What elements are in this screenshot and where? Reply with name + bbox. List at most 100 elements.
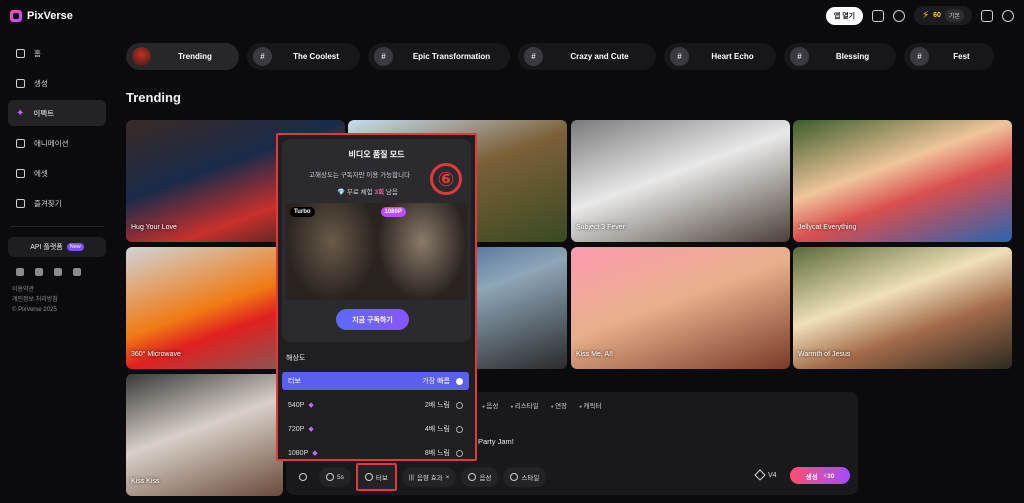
option-speed: 8배 느림: [424, 450, 450, 457]
tab-extend[interactable]: 연장: [551, 400, 567, 410]
tab-epic-transformation[interactable]: # Epic Transformation: [368, 43, 510, 70]
copyright: © PixVerse 2025: [12, 307, 57, 313]
step-badge: ⑥: [430, 163, 462, 195]
api-platform-button[interactable]: API 플랫폼 New: [8, 237, 106, 257]
popup-title: 비디오 품질 모드: [348, 150, 405, 159]
effect-card[interactable]: Warmth of Jesus: [793, 247, 1012, 369]
discord-icon[interactable]: [73, 268, 81, 276]
sidebar-item-assets[interactable]: 에셋: [8, 160, 106, 186]
hash-icon: #: [253, 47, 272, 66]
option-540p[interactable]: 540P ◆ 2배 느림: [282, 396, 469, 414]
hash-icon: #: [670, 47, 689, 66]
settings-button[interactable]: [292, 467, 314, 487]
tab-the-coolest[interactable]: # The Coolest: [247, 43, 360, 70]
option-name: 터보: [288, 378, 301, 385]
quality-icon: [364, 473, 373, 481]
folder-icon: [16, 168, 25, 178]
effect-card[interactable]: Subject 3 Fever: [571, 120, 790, 242]
privacy-link[interactable]: 개인정보 처리방침: [12, 295, 102, 305]
sidebar-item-favorites[interactable]: 즐겨찾기: [8, 190, 106, 216]
help-icon[interactable]: [893, 9, 906, 22]
close-icon[interactable]: ×: [446, 474, 450, 481]
sidebar-item-label: 생성: [34, 78, 48, 88]
sidebar-item-create[interactable]: 생성: [8, 70, 106, 96]
gem-icon: ◆: [312, 450, 318, 457]
tab-character[interactable]: 캐릭터: [579, 400, 602, 410]
generate-cost-value: 30: [827, 472, 835, 480]
youtube-icon[interactable]: [54, 268, 62, 276]
logo[interactable]: PixVerse: [10, 10, 73, 22]
trial-text: 💎 무료 체험 3회 남음: [337, 189, 398, 196]
model-selector[interactable]: V4: [754, 469, 777, 481]
x-icon[interactable]: [35, 268, 43, 276]
effect-card[interactable]: Kiss Kiss: [126, 374, 283, 496]
sidebar: 홈 생성 ✦ 이펙트 애니메이션 에셋 즐겨찾기 API 플랫폼 New 이용약관…: [0, 32, 114, 503]
voice-button[interactable]: 음성: [461, 467, 499, 487]
tab-trending[interactable]: Trending: [126, 43, 239, 70]
book-icon[interactable]: [872, 9, 885, 22]
credits-count: 60: [933, 12, 941, 19]
generate-button[interactable]: 생성 ⚡30: [790, 467, 850, 484]
option-1080p[interactable]: 1080P ◆ 8배 느림: [282, 444, 469, 462]
trial-suffix: 남음: [384, 189, 398, 196]
top-bar: PixVerse 앱 열기 ⚡ 60 기본: [0, 0, 1024, 32]
tab-crazy-and-cute[interactable]: # Crazy and Cute: [518, 43, 656, 70]
quality-button[interactable]: 터보: [355, 463, 397, 491]
radio: [456, 401, 463, 409]
subscribe-button[interactable]: 지금 구독하기: [336, 309, 409, 330]
hash-icon: #: [910, 47, 929, 66]
turbo-tag: Turbo: [290, 207, 315, 217]
heart-icon: [16, 138, 25, 148]
new-badge: New: [66, 243, 84, 251]
tab-voice[interactable]: 음성: [482, 400, 498, 410]
sidebar-item-effects[interactable]: ✦ 이펙트: [8, 100, 106, 126]
sidebar-item-animation[interactable]: 애니메이션: [8, 130, 106, 156]
category-label: Crazy and Cute: [570, 52, 629, 61]
turbo-preview: Turbo: [286, 203, 377, 300]
sidebar-item-label: 홈: [34, 48, 41, 58]
card-label: Jellycat Everything: [798, 224, 857, 231]
option-turbo[interactable]: 터보 가장 빠름: [282, 372, 469, 390]
radio: [456, 425, 463, 433]
radio: [456, 449, 463, 457]
cube-icon: [754, 469, 766, 481]
tab-restyle[interactable]: 리스타일: [510, 400, 539, 410]
card-label: Kiss Kiss: [131, 478, 160, 485]
credits-badge[interactable]: ⚡ 60 기본: [914, 6, 972, 25]
terms-link[interactable]: 이용약관: [12, 285, 102, 295]
voice-label: 음성: [479, 475, 492, 482]
sound-effect-button[interactable]: ||| 음향 효과 ×: [401, 467, 457, 487]
effect-card[interactable]: Kiss Me, AI!: [571, 247, 790, 369]
sidebar-item-home[interactable]: 홈: [8, 40, 106, 66]
category-label: Epic Transformation: [412, 52, 491, 61]
gem-icon: ◆: [308, 426, 314, 433]
quality-label: 터보: [375, 475, 388, 482]
effect-card[interactable]: Jellycat Everything: [793, 120, 1012, 242]
avatar[interactable]: [1002, 9, 1014, 22]
editor-tabs: 음성 리스타일 연장 캐릭터: [482, 400, 602, 410]
quality-comparison: Turbo 1080P: [286, 203, 467, 300]
tab-fest[interactable]: # Fest: [904, 43, 994, 70]
open-app-button[interactable]: 앱 열기: [825, 6, 864, 25]
plan-badge: 기본: [944, 9, 964, 22]
notification-icon[interactable]: [981, 9, 993, 22]
app-name: PixVerse: [27, 10, 73, 22]
generate-cost: ⚡30: [822, 472, 835, 480]
option-name: 540P: [288, 401, 305, 409]
category-label: Blessing: [835, 52, 870, 61]
tab-heart-echo[interactable]: # Heart Echo: [664, 43, 776, 70]
style-button[interactable]: 스타일: [503, 467, 547, 487]
trial-count: 3회: [374, 189, 385, 196]
sidebar-item-label: 에셋: [34, 168, 48, 178]
top-actions: 앱 열기 ⚡ 60 기본: [825, 6, 1014, 25]
tiktok-icon[interactable]: [16, 268, 24, 276]
sliders-icon: [299, 473, 307, 481]
prompt-text[interactable]: Party Jam!: [478, 437, 514, 446]
card-label: Hug Your Love: [131, 224, 177, 231]
duration-button[interactable]: 5s: [319, 467, 351, 487]
option-720p[interactable]: 720P ◆ 4배 느림: [282, 420, 469, 438]
option-name: 720P: [288, 425, 305, 433]
hd-tag: 1080P: [380, 207, 406, 217]
hd-preview: 1080P: [376, 203, 467, 300]
tab-blessing[interactable]: # Blessing: [784, 43, 896, 70]
